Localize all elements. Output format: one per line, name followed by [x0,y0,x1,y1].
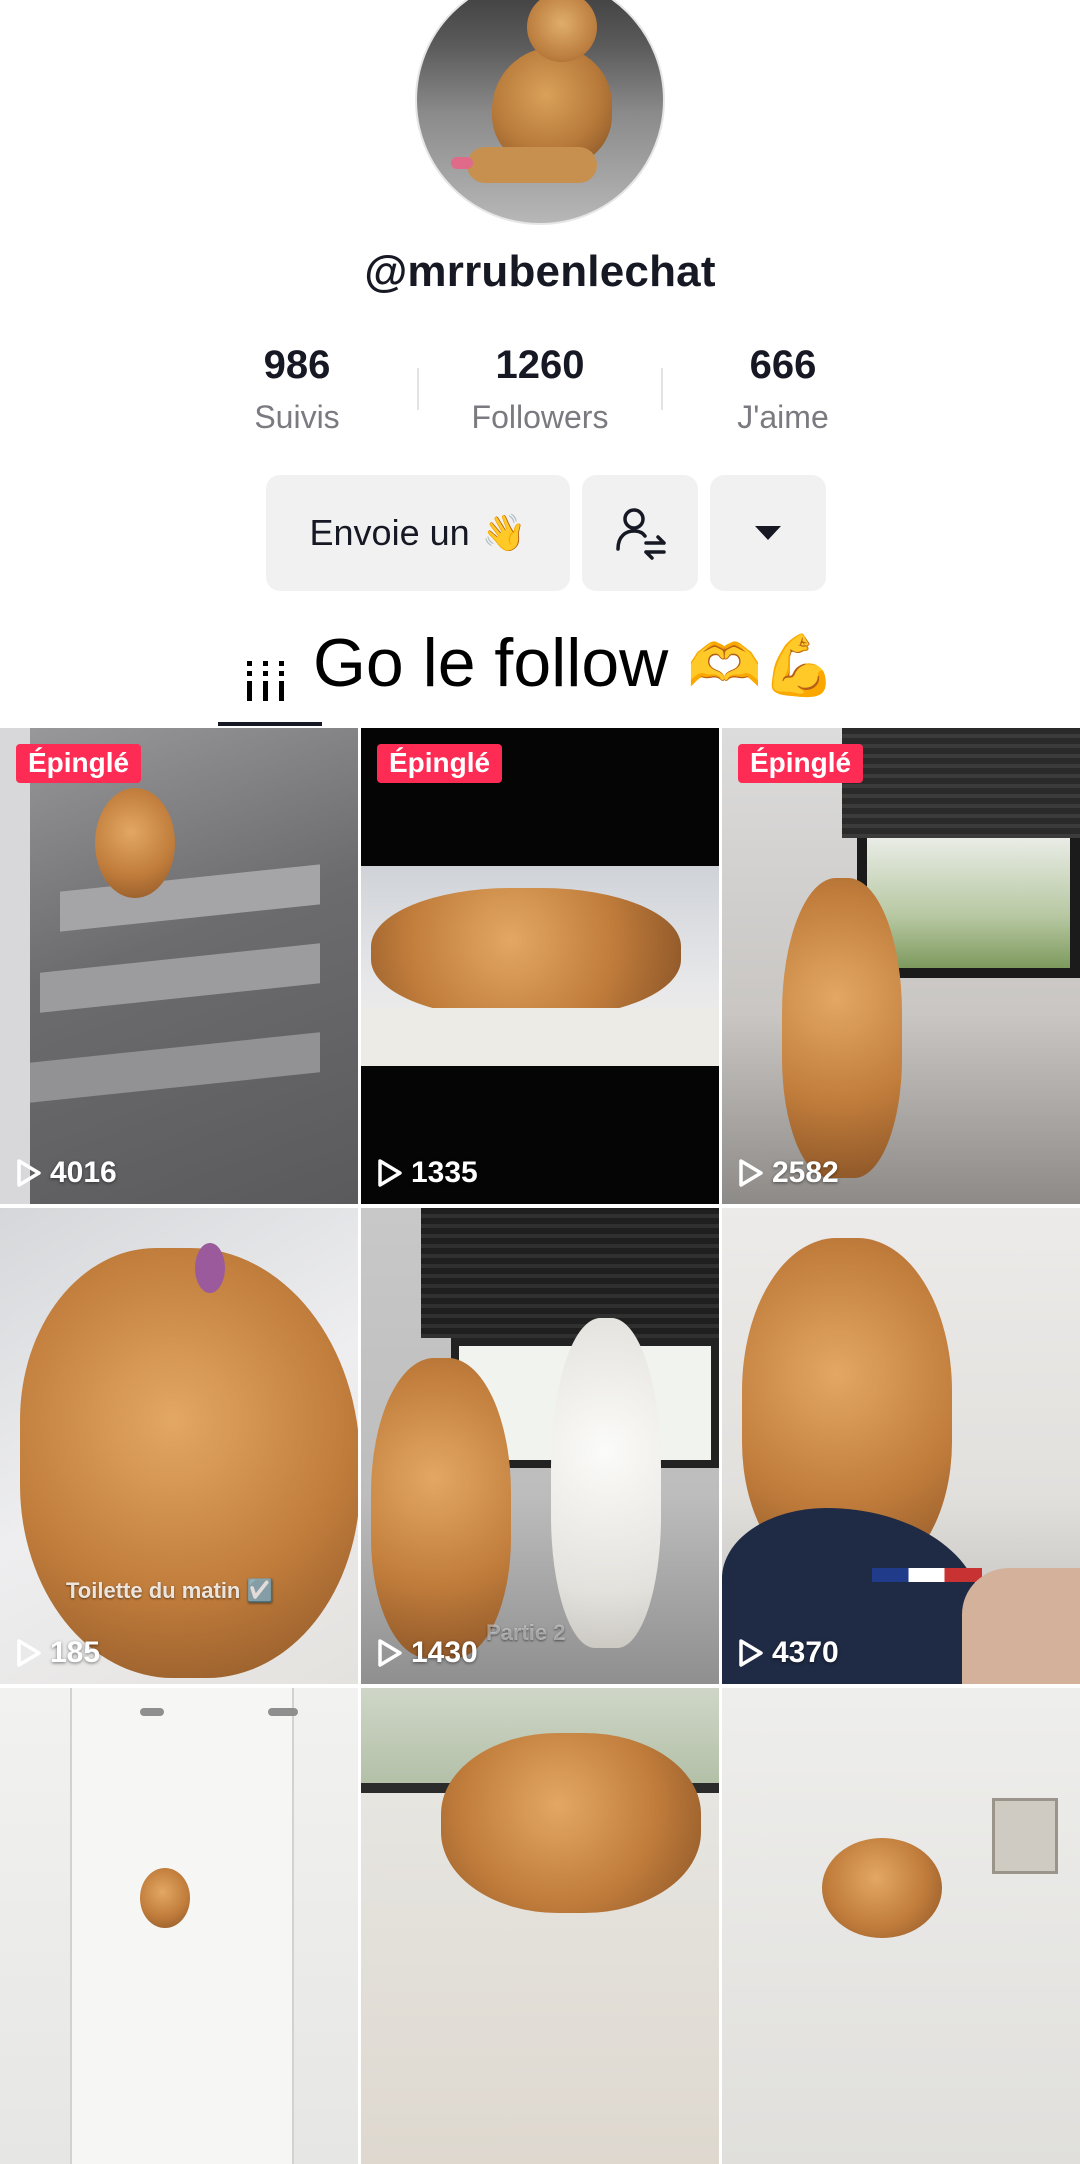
video-thumbnail-cat [441,1733,701,1913]
profile-stats: 986 Suivis 1260 Followers 666 J'aime [0,340,1080,450]
video-thumbnail-white-cat [551,1318,661,1648]
video-caption: Partie 2 [486,1620,566,1645]
view-count: 4370 [738,1636,839,1670]
play-icon [739,1159,763,1187]
stat-likes[interactable]: 666 J'aime [663,340,903,436]
stat-following-value: 986 [263,343,331,387]
play-icon [378,1639,402,1667]
video-tile[interactable]: Partie 2 1430 [361,1208,719,1684]
video-tile[interactable]: 4370 [722,1208,1080,1684]
active-tab-indicator [218,722,322,726]
view-count: 2582 [738,1156,839,1190]
more-options-button[interactable] [710,475,826,591]
play-icon [739,1639,763,1667]
profile-username: @mrrubenlechat [364,247,716,296]
wave-emoji-icon: 👋 [481,512,527,553]
video-thumbnail-blanket [361,1008,719,1066]
video-thumbnail-stairs [40,943,320,1013]
avatar-cat-paw [467,147,597,183]
video-thumbnail-handle [268,1708,298,1716]
view-count-value: 1430 [411,1636,478,1669]
avatar-toy [451,157,473,169]
video-thumbnail-stairs [20,1032,320,1104]
video-thumbnail-cat [371,888,681,1018]
video-tile[interactable] [0,1688,358,2164]
video-thumbnail-cat [371,1358,511,1658]
play-icon [378,1159,402,1187]
view-count: 185 [16,1636,100,1670]
view-count-value: 4370 [772,1636,839,1669]
video-thumbnail-cat [822,1838,942,1938]
pinned-badge: Épinglé [738,744,864,783]
pinned-badge: Épinglé [16,744,142,783]
video-thumbnail-handle [140,1708,164,1716]
view-count-value: 4016 [50,1156,117,1189]
video-tile[interactable]: Épinglé 2582 [722,728,1080,1204]
stat-followers-value: 1260 [495,343,585,387]
video-tile[interactable]: Épinglé 4016 [0,728,358,1204]
video-tile[interactable] [722,1688,1080,2164]
view-count: 4016 [16,1156,117,1190]
stat-following-label: Suivis [254,399,340,435]
profile-avatar[interactable] [415,0,665,225]
view-count: 1335 [377,1156,478,1190]
send-wave-label: Envoie un [309,512,470,553]
video-thumbnail-frame [992,1798,1058,1874]
video-tile[interactable]: Toilette du matin ☑️ 185 [0,1208,358,1684]
video-tile[interactable] [361,1688,719,2164]
grid-bars-icon [247,661,284,701]
avatar-cat-head [527,0,597,62]
person-swap-icon [616,508,666,560]
video-thumbnail-stairs [60,864,320,932]
video-thumbnail-stripe [872,1568,982,1582]
suggested-accounts-button[interactable] [582,475,698,591]
video-thumbnail-shutter [421,1208,719,1338]
video-thumbnail-arm [962,1568,1080,1684]
view-count-value: 2582 [772,1156,839,1189]
pinned-badge: Épinglé [377,744,503,783]
stat-following[interactable]: 986 Suivis [177,340,417,436]
view-count-value: 1335 [411,1156,478,1189]
video-caption: Toilette du matin ☑️ [66,1578,274,1603]
play-icon [17,1639,41,1667]
view-count: 1430 [377,1636,478,1670]
playlist-tab[interactable]: Go le follow 🫶💪 [0,620,1080,730]
video-thumbnail-wall [0,728,30,1204]
video-thumbnail-cat [782,878,902,1178]
playlist-title-emoji: 🫶💪 [687,632,837,699]
video-thumbnail-shutter [842,728,1080,838]
stat-followers-label: Followers [471,399,609,435]
video-thumbnail-cat [20,1248,358,1678]
video-thumbnail-tongue [195,1243,225,1293]
stat-likes-value: 666 [749,343,817,387]
playlist-title-text: Go le follow [313,625,669,701]
playlist-title: Go le follow 🫶💪 [313,620,837,709]
stat-followers[interactable]: 1260 Followers [420,340,660,436]
video-thumbnail-door [70,1688,294,2164]
send-wave-button[interactable]: Envoie un 👋 [266,475,570,591]
stat-divider [417,368,419,410]
stat-likes-label: J'aime [737,399,829,435]
play-icon [17,1159,41,1187]
video-grid: Épinglé 4016 Épinglé 1335 Épinglé 2582 T… [0,728,1080,2164]
video-tile[interactable]: Épinglé 1335 [361,728,719,1204]
video-thumbnail-cat [140,1868,190,1928]
video-thumbnail-cat [95,788,175,898]
view-count-value: 185 [50,1636,101,1669]
caret-down-icon [755,526,781,540]
